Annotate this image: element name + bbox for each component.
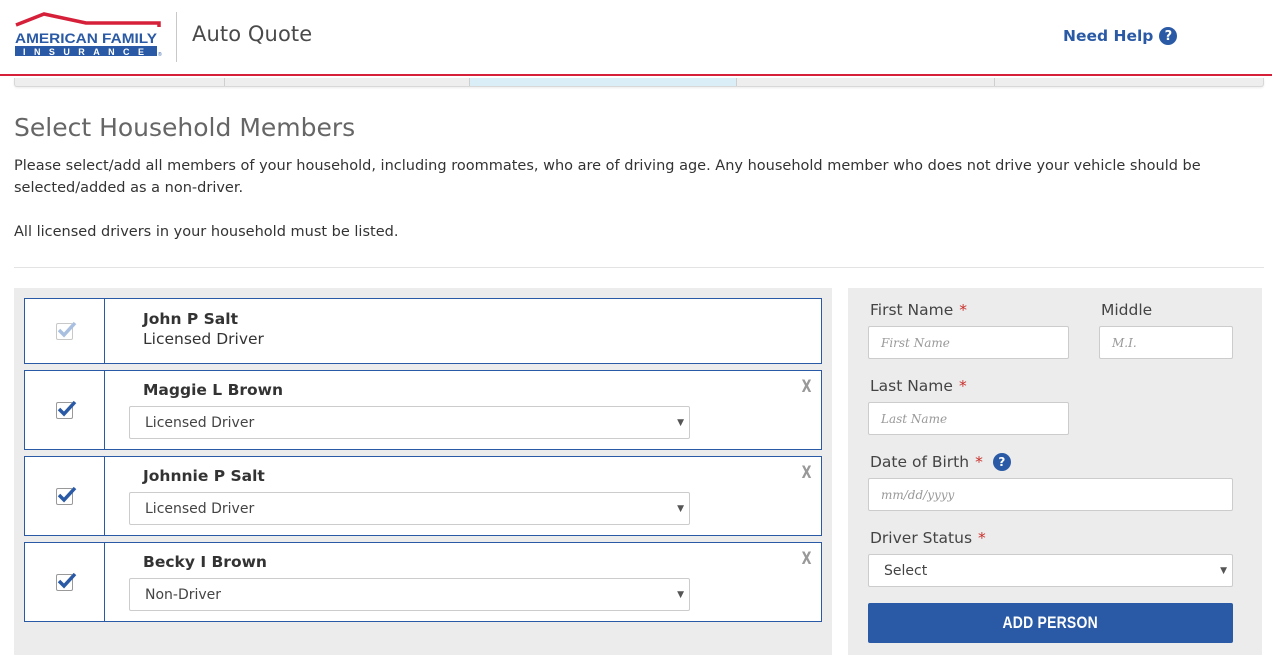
progress-step-1 (15, 78, 225, 86)
member-checkbox[interactable] (56, 572, 77, 591)
required-asterisk: * (958, 377, 967, 395)
member-checkbox-cell (25, 371, 105, 449)
progress-step-3-active (470, 78, 737, 86)
member-checkbox[interactable] (56, 486, 77, 505)
svg-text:®: ® (158, 51, 162, 58)
required-asterisk: * (975, 453, 983, 471)
driver-status-select[interactable]: Select ▼ (868, 554, 1233, 587)
site-header: AMERICAN FAMILY INSURANCE ® Auto Quote N… (0, 0, 1272, 76)
member-card-johnnie-p-salt: Johnnie P Salt X Licensed Driver ▼ (24, 456, 822, 536)
progress-step-4 (737, 78, 995, 86)
member-checkbox[interactable] (56, 400, 77, 419)
american-family-logo[interactable]: AMERICAN FAMILY INSURANCE ® (14, 12, 164, 58)
member-checkbox-cell (25, 457, 105, 535)
remove-member-button[interactable]: X (802, 549, 812, 569)
svg-text:INSURANCE: INSURANCE (23, 47, 149, 57)
middle-initial-input[interactable]: M.I. (1099, 326, 1233, 359)
add-person-button[interactable]: ADD PERSON (868, 603, 1233, 643)
dropdown-arrow-icon: ▼ (677, 504, 684, 514)
member-driver-status-select[interactable]: Licensed Driver ▼ (129, 492, 690, 525)
remove-member-button[interactable]: X (802, 463, 812, 483)
first-name-label: First Name * (870, 301, 968, 319)
intro-text: Please select/add all members of your ho… (14, 158, 1201, 196)
help-question-icon: ? (1159, 27, 1178, 45)
member-card-becky-i-brown: Becky I Brown X Non-Driver ▼ (24, 542, 822, 622)
member-checkbox-cell (25, 299, 105, 363)
member-card-john-p-salt: John P Salt Licensed Driver (24, 298, 822, 364)
driver-status-label: Driver Status * (870, 529, 986, 547)
progress-steps (14, 78, 1264, 87)
header-divider (176, 12, 177, 62)
licensed-drivers-note: All licensed drivers in your household m… (14, 224, 399, 240)
member-status: Licensed Driver (143, 330, 264, 348)
middle-label: Middle (1101, 301, 1153, 319)
dropdown-arrow-icon: ▼ (677, 590, 684, 600)
member-name: Maggie L Brown (143, 381, 284, 399)
member-driver-status-select[interactable]: Licensed Driver ▼ (129, 406, 690, 439)
select-value: Select (884, 562, 928, 579)
select-value: Licensed Driver (145, 500, 255, 517)
date-of-birth-input[interactable]: mm/dd/yyyy (868, 478, 1233, 511)
required-asterisk: * (978, 529, 986, 547)
dropdown-arrow-icon: ▼ (677, 418, 684, 428)
need-help-link[interactable]: Need Help ? (1063, 27, 1178, 45)
dropdown-arrow-icon: ▼ (1220, 566, 1227, 576)
member-name: Johnnie P Salt (143, 467, 265, 485)
select-value: Non-Driver (145, 586, 222, 603)
svg-text:AMERICAN FAMILY: AMERICAN FAMILY (15, 30, 158, 46)
required-asterisk: * (959, 301, 968, 319)
app-title: Auto Quote (192, 22, 313, 46)
dob-help-icon[interactable]: ? (992, 452, 1011, 471)
need-help-label: Need Help (1063, 27, 1154, 45)
household-members-list: John P Salt Licensed Driver Maggie L Bro… (14, 288, 832, 655)
first-name-input[interactable]: First Name (868, 326, 1069, 359)
member-checkbox-disabled (56, 321, 77, 340)
member-name: Becky I Brown (143, 553, 267, 571)
dob-label: Date of Birth *? (870, 452, 1011, 472)
last-name-label: Last Name * (870, 377, 967, 395)
select-value: Licensed Driver (145, 414, 255, 431)
progress-step-5 (995, 78, 1263, 86)
member-name: John P Salt (143, 310, 238, 328)
section-divider (14, 267, 1264, 268)
page-title: Select Household Members (14, 113, 356, 142)
last-name-input[interactable]: Last Name (868, 402, 1069, 435)
add-person-form: First Name * First Name Middle M.I. Last … (848, 288, 1262, 655)
remove-member-button[interactable]: X (802, 377, 812, 397)
member-card-maggie-l-brown: Maggie L Brown X Licensed Driver ▼ (24, 370, 822, 450)
member-driver-status-select[interactable]: Non-Driver ▼ (129, 578, 690, 611)
progress-step-2 (225, 78, 470, 86)
member-checkbox-cell (25, 543, 105, 621)
